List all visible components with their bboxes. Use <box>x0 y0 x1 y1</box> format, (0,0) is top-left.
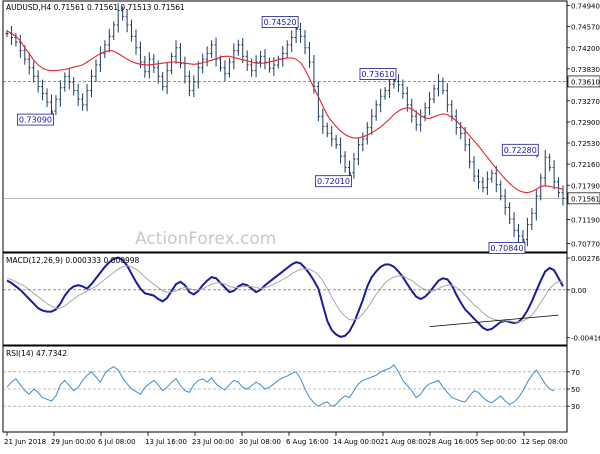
y-tick-label: 0.74570 <box>571 24 600 32</box>
rsi-pane-title: RSI(14) 47.7342 <box>6 349 67 358</box>
y-tick-label: 0.72530 <box>571 140 600 148</box>
rsi-y-tick-label: 30 <box>571 403 580 411</box>
rsi-y-tick-label: 70 <box>571 369 580 377</box>
x-tick-label: 6 Aug 16:00 <box>286 438 329 446</box>
annotation-label: 0.73090 <box>19 116 52 125</box>
pane-2-frame <box>2 252 568 346</box>
x-tick-label: 5 Sep 00:00 <box>474 438 516 446</box>
rsi-y-tick-label: 50 <box>571 386 580 394</box>
y-tick-label: 0.71561 <box>571 195 600 203</box>
annotation-label: 0.72010 <box>317 177 350 186</box>
y-tick-label: 0.71790 <box>571 182 600 190</box>
x-tick-label: 23 Jul 00:00 <box>192 438 234 446</box>
annotation-label: 0.72280 <box>504 146 537 155</box>
macd-y-tick-label: -0.004165 <box>571 335 600 343</box>
x-tick-label: 21 Aug 08:00 <box>380 438 427 446</box>
y-tick-label: 0.73270 <box>571 98 600 106</box>
y-tick-label: 0.73830 <box>571 66 600 74</box>
y-tick-label: 0.72160 <box>571 161 600 169</box>
watermark: ActionForex.com <box>135 229 276 249</box>
annotation-label: 0.74520 <box>264 18 297 27</box>
macd-y-tick-label: 0.002764 <box>571 255 600 263</box>
chart-svg: ActionForex.com 0.73090 0.74520 0.72010 0.73… <box>2 0 600 446</box>
y-tick-label: 0.71190 <box>571 216 600 224</box>
y-tick-label: 0.74200 <box>571 45 600 53</box>
x-tick-label: 28 Aug 16:00 <box>427 438 474 446</box>
pane-1-frame <box>2 0 568 253</box>
forex-chart: ActionForex.com 0.73090 0.74520 0.72010 0.73… <box>0 0 600 450</box>
price-pane-title: AUDUSD,H4 0.71561 0.71561 0.71513 0.7156… <box>6 3 185 12</box>
macd-y-tick-label: 0.00 <box>571 287 587 295</box>
x-tick-label: 21 Jun 2018 <box>4 438 46 446</box>
x-tick-label: 13 Jul 16:00 <box>145 438 187 446</box>
y-tick-label: 0.74940 <box>571 3 600 11</box>
y-tick-label: 0.73610 <box>571 78 600 86</box>
x-tick-label: 12 Sep 08:00 <box>521 438 568 446</box>
annotation-label: 0.70840 <box>490 244 523 253</box>
y-tick-label: 0.72900 <box>571 119 600 127</box>
x-tick-label: 14 Aug 00:00 <box>333 438 380 446</box>
macd-pane-title: MACD(12,26,9) 0.000333 0.000998 <box>6 256 140 265</box>
x-tick-label: 29 Jun 00:00 <box>51 438 95 446</box>
y-tick-label: 0.70770 <box>571 240 600 248</box>
annotation-label: 0.73610 <box>361 70 394 79</box>
x-tick-label: 6 Jul 08:00 <box>98 438 136 446</box>
x-tick-label: 30 Jul 08:00 <box>239 438 281 446</box>
